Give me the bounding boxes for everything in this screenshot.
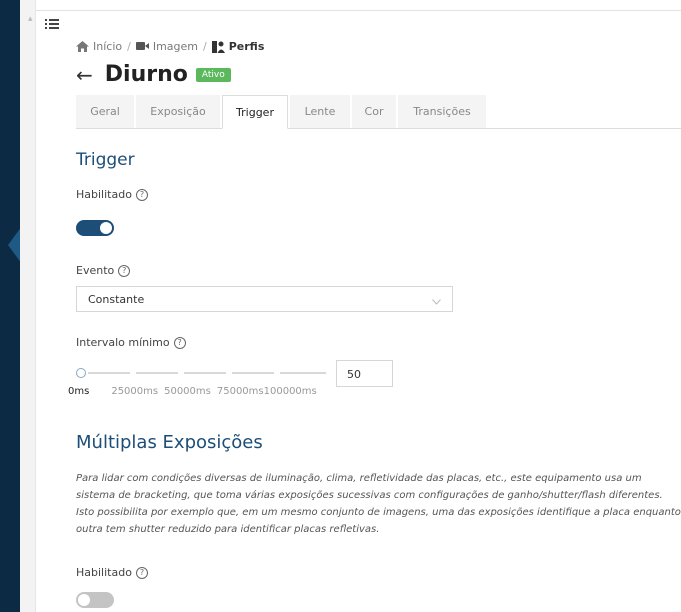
slider-tick-label: 75000ms bbox=[216, 386, 264, 397]
event-select[interactable]: Constante bbox=[76, 286, 453, 312]
breadcrumb-home[interactable]: Início bbox=[93, 40, 122, 53]
help-circle-icon[interactable]: ? bbox=[173, 336, 186, 349]
section-title-trigger: Trigger bbox=[76, 150, 135, 170]
field-label-text: Habilitado bbox=[76, 188, 132, 201]
breadcrumb-separator: / bbox=[203, 40, 207, 53]
breadcrumb-image[interactable]: Imagem bbox=[153, 40, 198, 53]
slider-tick-label: 50000ms bbox=[164, 386, 211, 397]
slider-tick-labels: 0ms 25000ms 50000ms 75000ms 100000ms bbox=[68, 386, 317, 397]
arrow-left-icon[interactable]: ← bbox=[76, 65, 93, 85]
tab-transicoes[interactable]: Transições bbox=[398, 95, 486, 128]
breadcrumb-separator: / bbox=[127, 40, 131, 53]
help-circle-icon[interactable]: ? bbox=[135, 566, 148, 579]
tab-cor[interactable]: Cor bbox=[352, 95, 396, 128]
scroll-up-icon[interactable]: ▴ bbox=[28, 14, 33, 24]
top-divider bbox=[36, 10, 681, 11]
menu-icon[interactable] bbox=[45, 18, 59, 30]
field-label-text: Evento bbox=[76, 264, 115, 277]
field-label-multi-enabled: Habilitado ? bbox=[76, 566, 148, 579]
trigger-enabled-toggle[interactable] bbox=[76, 220, 114, 236]
tab-exposicao[interactable]: Exposição bbox=[136, 95, 220, 128]
breadcrumb: Início / Imagem / Perfis bbox=[76, 40, 264, 53]
tab-lente[interactable]: Lente bbox=[290, 95, 350, 128]
field-label-enabled: Habilitado ? bbox=[76, 188, 148, 201]
slider-tick-label: 0ms bbox=[68, 386, 90, 397]
breadcrumb-current: Perfis bbox=[228, 40, 265, 53]
field-label-text: Habilitado bbox=[76, 566, 132, 579]
slider-segment bbox=[184, 372, 226, 374]
slider-tick-label: 25000ms bbox=[111, 386, 159, 397]
status-badge: Ativo bbox=[195, 67, 231, 82]
slider-tick-label: 100000ms bbox=[263, 386, 317, 397]
slider-segment bbox=[232, 372, 274, 374]
left-sidebar bbox=[0, 0, 20, 612]
min-interval-input[interactable]: 50 bbox=[336, 360, 393, 387]
field-label-min-interval: Intervalo mínimo ? bbox=[76, 336, 186, 349]
toggle-knob bbox=[100, 222, 112, 234]
help-circle-icon[interactable]: ? bbox=[118, 264, 131, 277]
page-title: Diurno bbox=[104, 62, 188, 87]
title-row: ← Diurno Ativo bbox=[76, 62, 231, 87]
tab-trigger[interactable]: Trigger bbox=[222, 95, 288, 129]
slider-segment bbox=[136, 372, 178, 374]
min-interval-slider-track[interactable] bbox=[80, 372, 330, 374]
profiles-icon bbox=[211, 41, 225, 53]
tab-bar: Geral Exposição Trigger Lente Cor Transi… bbox=[76, 95, 681, 129]
scroll-strip bbox=[20, 0, 36, 612]
toggle-knob bbox=[78, 594, 90, 606]
event-select-value: Constante bbox=[88, 293, 145, 306]
multi-exposure-enabled-toggle[interactable] bbox=[76, 592, 114, 608]
min-interval-slider-handle[interactable] bbox=[76, 368, 86, 378]
slider-segment bbox=[88, 372, 130, 374]
help-circle-icon[interactable]: ? bbox=[135, 188, 148, 201]
section-title-multi-exposure: Múltiplas Exposições bbox=[76, 432, 263, 453]
tab-geral[interactable]: Geral bbox=[76, 95, 134, 128]
home-icon bbox=[76, 41, 89, 52]
chevron-down-icon bbox=[432, 295, 441, 305]
field-label-text: Intervalo mínimo bbox=[76, 336, 170, 349]
slider-segment bbox=[280, 372, 326, 374]
multi-exposure-description: Para lidar com condições diversas de ilu… bbox=[76, 473, 681, 535]
field-label-event: Evento ? bbox=[76, 264, 131, 277]
video-camera-icon bbox=[135, 41, 149, 52]
